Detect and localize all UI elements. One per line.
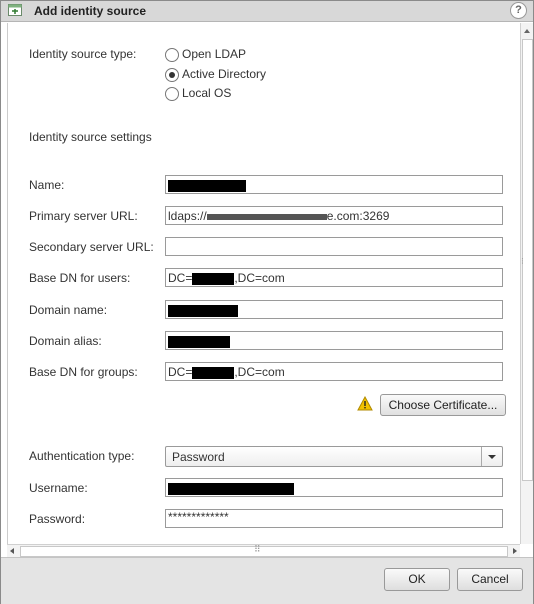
identity-source-type-label: Identity source type:	[29, 47, 137, 61]
horizontal-scrollbar[interactable]	[7, 544, 520, 558]
choose-certificate-button[interactable]: Choose Certificate...	[380, 394, 506, 416]
horizontal-scroll-thumb[interactable]	[20, 546, 508, 557]
resize-grip-icon: ⠿	[254, 544, 261, 554]
dialog-icon	[8, 4, 22, 16]
scroll-up-arrow-icon[interactable]	[524, 29, 530, 33]
authentication-type-select[interactable]: Password	[165, 446, 503, 467]
redacted-text	[168, 304, 238, 317]
base-dn-users-label: Base DN for users:	[29, 271, 131, 285]
domain-name-input[interactable]	[165, 300, 503, 319]
resize-grip-icon: ⁝	[521, 256, 524, 266]
secondary-server-url-label: Secondary server URL:	[29, 240, 154, 254]
warning-icon	[357, 395, 373, 411]
chevron-down-icon[interactable]	[481, 447, 502, 466]
primary-server-url-input[interactable]: ldaps://e.com:3269	[165, 206, 503, 225]
domain-name-label: Domain name:	[29, 303, 108, 317]
primary-server-url-label: Primary server URL:	[29, 209, 138, 223]
redacted-text	[206, 213, 327, 220]
redacted-text	[168, 179, 246, 192]
cancel-button[interactable]: Cancel	[457, 568, 523, 591]
dialog-content: Identity source type: Open LDAP Active D…	[7, 23, 521, 544]
name-label: Name:	[29, 178, 65, 192]
domain-alias-input[interactable]	[165, 331, 503, 350]
ok-button[interactable]: OK	[384, 568, 450, 591]
password-label: Password:	[29, 512, 86, 526]
dialog-title: Add identity source	[34, 4, 147, 18]
base-dn-users-input[interactable]: DC= ,DC=com	[165, 268, 503, 287]
domain-alias-label: Domain alias:	[29, 334, 102, 348]
password-input[interactable]: *************	[165, 509, 503, 528]
radio-button-icon	[165, 87, 179, 101]
scroll-right-arrow-icon[interactable]	[513, 548, 517, 554]
secondary-server-url-input[interactable]	[165, 237, 503, 256]
base-dn-groups-label: Base DN for groups:	[29, 365, 138, 379]
radio-button-selected-icon	[165, 68, 179, 82]
authentication-type-value: Password	[172, 450, 225, 464]
scroll-left-arrow-icon[interactable]	[10, 548, 14, 554]
title-bar[interactable]: Add identity source ?	[1, 1, 533, 22]
username-label: Username:	[29, 481, 88, 495]
name-input[interactable]	[165, 175, 503, 194]
settings-heading: Identity source settings	[29, 130, 152, 144]
redacted-text	[168, 482, 294, 495]
redacted-text	[192, 272, 235, 285]
authentication-type-label: Authentication type:	[29, 449, 135, 463]
help-icon[interactable]: ?	[510, 2, 527, 19]
redacted-text	[192, 366, 235, 379]
redacted-text	[168, 335, 230, 348]
radio-button-icon	[165, 48, 179, 62]
vertical-scrollbar[interactable]	[520, 23, 533, 544]
username-input[interactable]	[165, 478, 503, 497]
base-dn-groups-input[interactable]: DC= ,DC=com	[165, 362, 503, 381]
add-identity-source-dialog: Add identity source ? Identity source ty…	[0, 0, 534, 604]
dialog-footer: OK Cancel	[1, 557, 533, 604]
